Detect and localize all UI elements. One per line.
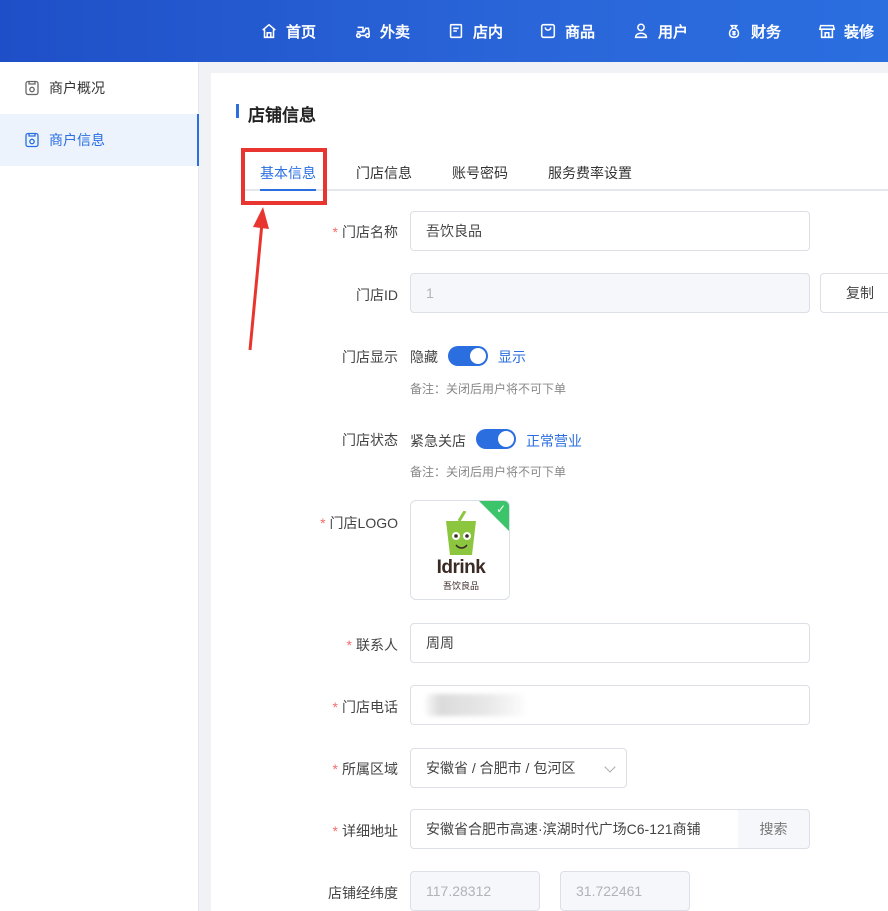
longitude-input: 117.28312 (410, 871, 540, 911)
nav-label: 首页 (286, 23, 317, 41)
logo-brand-subtext: 吾饮良品 (442, 581, 479, 591)
merchant-icon (24, 80, 40, 96)
nav-item-finance[interactable]: 财务 (724, 0, 781, 62)
tab-store-info[interactable]: 门店信息 (356, 163, 412, 183)
sidebar-item-label: 商户概况 (49, 80, 105, 96)
nav-item-delivery[interactable]: 外卖 (353, 0, 410, 62)
contact-input[interactable]: 周周 (410, 623, 810, 663)
store-id-label: 门店ID (356, 287, 398, 303)
store-inside-icon (446, 21, 466, 41)
address-label: * 详细地址 (332, 823, 398, 839)
store-display-toggle[interactable] (448, 346, 488, 366)
drink-cup-logo-icon (446, 511, 476, 555)
tab-service-fee[interactable]: 服务费率设置 (548, 163, 632, 183)
nav-label: 店内 (473, 23, 504, 41)
user-icon (631, 21, 651, 41)
sidebar-item-merchant-overview[interactable]: 商户概况 (0, 62, 199, 114)
store-status-on-label: 正常营业 (526, 433, 582, 449)
home-icon (259, 21, 279, 41)
sidebar-item-label: 商户信息 (49, 132, 105, 148)
redacted-phone-number (425, 694, 525, 716)
store-status-note: 备注：关闭后用户将不可下单 (410, 465, 567, 479)
goods-icon (538, 21, 558, 41)
nav-item-goods[interactable]: 商品 (538, 0, 595, 62)
latitude-input: 31.722461 (560, 871, 690, 911)
store-logo-upload[interactable]: Idrink 吾饮良品 ✓ (410, 500, 510, 600)
address-input[interactable]: 安徽省合肥市高速·滨湖时代广场C6-121商铺 (410, 809, 740, 849)
delivery-icon (353, 21, 373, 41)
store-id-input: 1 (410, 273, 810, 313)
region-select-value: 安徽省 / 合肥市 / 包河区 (426, 760, 576, 776)
merchant-icon (24, 132, 40, 148)
sidebar-item-merchant-info[interactable]: 商户信息 (0, 114, 199, 166)
store-status-off-label: 紧急关店 (410, 433, 466, 449)
store-status-toggle[interactable] (476, 429, 516, 449)
store-display-label: 门店显示 (342, 349, 398, 365)
decoration-icon (817, 21, 837, 41)
chevron-down-icon (604, 761, 616, 773)
tab-bar: 基本信息 门店信息 账号密码 服务费率设置 (241, 153, 888, 191)
store-display-on-label: 显示 (498, 349, 526, 365)
tab-account-password[interactable]: 账号密码 (452, 163, 508, 183)
top-nav-bar: 首页 外卖 店内 商品 用户 财务 装修 (0, 0, 888, 62)
address-search-button[interactable]: 搜索 (738, 809, 810, 849)
nav-item-home[interactable]: 首页 (259, 0, 316, 62)
store-status-label: 门店状态 (342, 432, 398, 448)
logo-brand-text: Idrink (436, 557, 486, 578)
nav-label: 装修 (844, 23, 875, 41)
region-label: * 所属区域 (332, 761, 398, 777)
nav-label: 商品 (565, 23, 596, 41)
store-display-off-label: 隐藏 (410, 349, 438, 365)
highlight-annotation-box (241, 148, 327, 205)
nav-item-user[interactable]: 用户 (631, 0, 688, 62)
nav-item-decoration[interactable]: 装修 (817, 0, 874, 62)
nav-label: 用户 (658, 23, 689, 41)
contact-label: * 联系人 (346, 637, 398, 653)
nav-label: 财务 (751, 23, 782, 41)
store-name-label: * 门店名称 (332, 224, 398, 240)
finance-icon (724, 21, 744, 41)
check-icon: ✓ (495, 502, 506, 516)
coords-label: 店铺经纬度 (328, 885, 398, 901)
region-select[interactable]: 安徽省 / 合肥市 / 包河区 (410, 748, 627, 788)
nav-item-store[interactable]: 店内 (446, 0, 503, 62)
page-title: 店铺信息 (236, 101, 316, 126)
store-name-input[interactable]: 吾饮良品 (410, 211, 810, 251)
nav-label: 外卖 (380, 23, 411, 41)
phone-label: * 门店电话 (332, 699, 398, 715)
copy-button[interactable]: 复制 (820, 273, 888, 313)
store-logo-label: * 门店LOGO (320, 515, 398, 531)
store-display-note: 备注：关闭后用户将不可下单 (410, 382, 567, 396)
sidebar: 商户概况 商户信息 (0, 62, 199, 911)
